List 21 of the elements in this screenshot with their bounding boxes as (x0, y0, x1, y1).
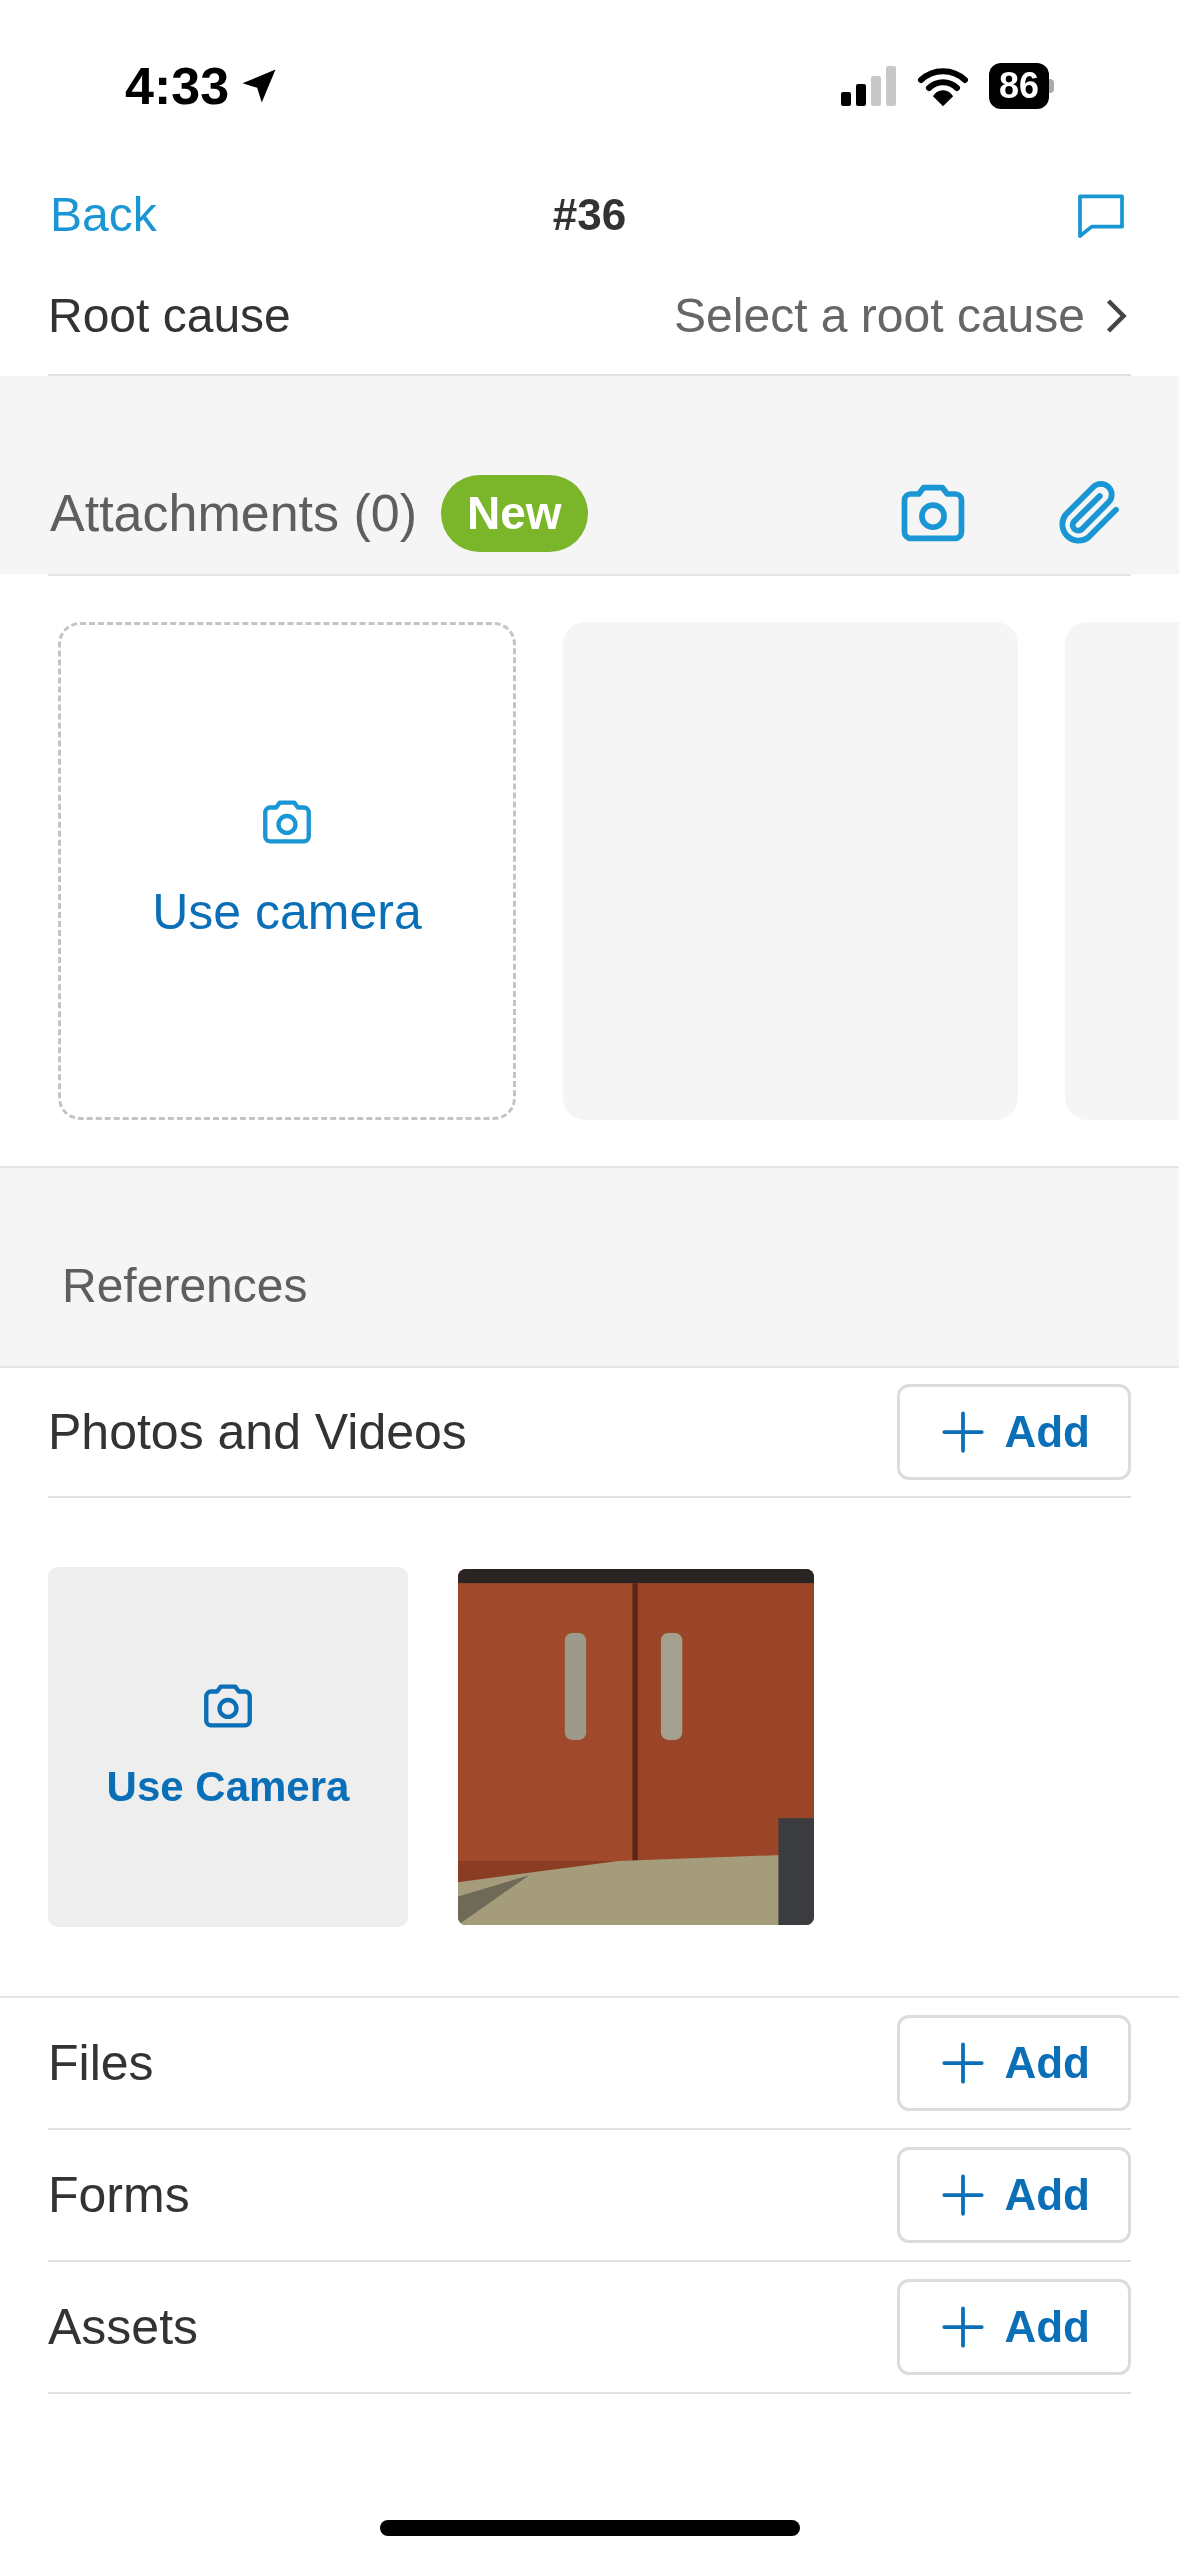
add-button[interactable]: Add (897, 1384, 1131, 1480)
status-time: 4:33 (125, 56, 230, 117)
reference-label: Assets (48, 2297, 199, 2357)
new-badge: New (441, 474, 588, 552)
attachments-title: Attachments (0) (50, 483, 418, 544)
add-button[interactable]: Add (897, 2015, 1131, 2111)
reference-label: Files (48, 2033, 154, 2093)
add-button[interactable]: Add (897, 2147, 1131, 2243)
wifi-icon (916, 66, 969, 106)
use-camera-tile[interactable]: Use Camera (48, 1567, 408, 1927)
use-camera-tile[interactable]: Use camera (58, 622, 516, 1120)
signal-icon (840, 66, 897, 106)
root-cause-label: Root cause (48, 288, 291, 344)
add-button[interactable]: Add (897, 2279, 1131, 2375)
reference-label: Forms (48, 2165, 190, 2225)
screen-title: #36 (552, 189, 627, 241)
references-title: References (62, 1258, 308, 1314)
photos-videos-label: Photos and Videos (48, 1402, 467, 1462)
root-cause-selector[interactable]: Select a root cause (674, 280, 1131, 352)
back-button[interactable]: Back (50, 179, 157, 251)
battery-indicator: 86 (988, 63, 1054, 109)
